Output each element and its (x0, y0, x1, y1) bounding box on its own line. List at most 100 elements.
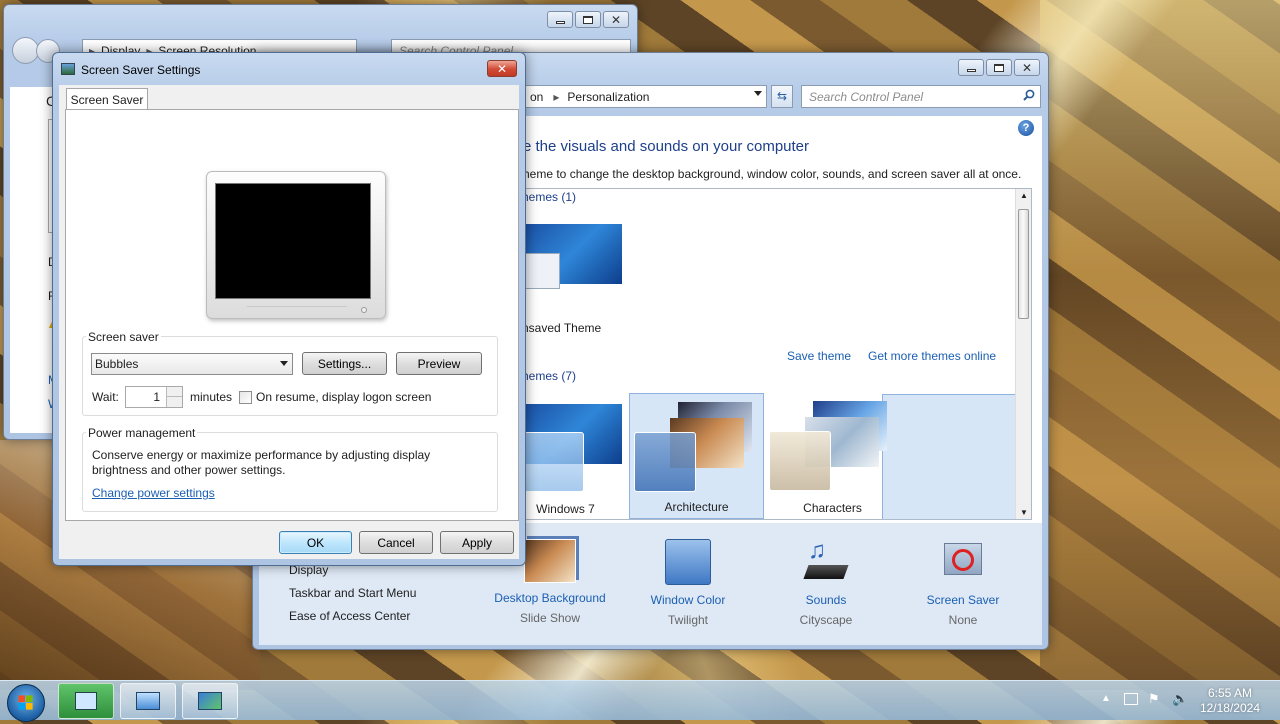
ok-button[interactable]: OK (279, 531, 352, 554)
action-center-flag-icon[interactable]: ⚑ (1148, 691, 1160, 707)
stepper-up-icon[interactable] (166, 387, 182, 397)
unsaved-theme-label[interactable]: nsaved Theme (522, 321, 601, 335)
search-placeholder: Search Control Panel (809, 89, 924, 104)
taskbar-screen-saver-button[interactable] (58, 683, 114, 719)
theme-architecture[interactable] (882, 394, 1017, 519)
window-color-link[interactable]: Window Color (618, 593, 758, 607)
network-icon[interactable] (1124, 693, 1138, 705)
address-bar[interactable]: on ▸ Personalization (523, 85, 767, 108)
window-color-item[interactable]: Window Color Twilight (618, 533, 758, 627)
page-heading: e the visuals and sounds on your compute… (523, 138, 810, 155)
sounds-link[interactable]: Sounds (756, 593, 896, 607)
save-theme-link[interactable]: Save theme (787, 349, 851, 363)
aero-themes-header: hemes (7) (522, 369, 577, 383)
theme-characters-tile[interactable]: Characters (765, 393, 900, 519)
taskbar: ▲ ⚑ 🔈 6:55 AM 12/18/2024 (0, 680, 1280, 722)
screen-saver-select[interactable]: Bubbles (91, 353, 293, 375)
display-icon (136, 692, 160, 710)
close-icon: ✕ (1021, 60, 1033, 75)
scroll-down-icon[interactable]: ▼ (1020, 508, 1028, 517)
system-clock[interactable]: 6:55 AM 12/18/2024 (1200, 686, 1260, 716)
start-button[interactable] (7, 684, 45, 722)
breadcrumb-arrow-icon: ▸ (553, 89, 560, 104)
sounds-value: Cityscape (799, 613, 853, 627)
maximize-button[interactable] (986, 59, 1012, 76)
windows-logo-icon (18, 695, 33, 710)
monitor-icon (75, 692, 97, 710)
desktop-background-link[interactable]: Desktop Background (480, 591, 620, 605)
monitor-bezel (247, 306, 347, 314)
power-management-label: Power management (86, 426, 198, 440)
monitor-power-led (361, 307, 367, 313)
see-also-taskbar-link[interactable]: Taskbar and Start Menu (289, 586, 416, 600)
preview-button[interactable]: Preview (396, 352, 482, 375)
breadcrumb-partial[interactable]: on (530, 90, 543, 104)
screen-saver-item[interactable]: Screen Saver None (893, 533, 1033, 627)
address-dropdown-icon[interactable] (754, 91, 762, 96)
see-also-ease-of-access-link[interactable]: Ease of Access Center (289, 609, 410, 623)
sounds-item[interactable]: ♫ Sounds Cityscape (756, 533, 896, 627)
logon-screen-checkbox[interactable] (239, 391, 252, 404)
help-icon[interactable]: ? (1018, 120, 1034, 136)
stepper-down-icon[interactable] (166, 397, 182, 407)
tab-screen-saver[interactable]: Screen Saver (66, 88, 148, 110)
taskbar-screen-resolution-button[interactable] (120, 683, 176, 719)
desktop-wallpaper-highlight (1040, 0, 1280, 690)
personalization-icon (198, 692, 222, 710)
power-text-line-1: Conserve energy or maximize performance … (92, 448, 431, 462)
theme-list-scrollbar[interactable]: ▲ ▼ (1015, 189, 1031, 519)
power-text-line-2: brightness and other power settings. (92, 463, 286, 477)
refresh-button[interactable]: ⇆ (771, 85, 793, 108)
theme-architecture-tile[interactable]: Architecture (629, 393, 764, 519)
minutes-label: minutes (190, 390, 233, 404)
characters-color-sample (769, 431, 831, 491)
wait-label: Wait: (92, 390, 119, 404)
minimize-button[interactable] (958, 59, 984, 76)
minimize-button[interactable] (547, 11, 573, 28)
maximize-icon (583, 15, 593, 24)
screen-saver-tab-panel: Screen saver Bubbles Settings... Preview… (65, 109, 519, 521)
search-input[interactable]: Search Control Panel (801, 85, 1041, 108)
breadcrumb-personalization[interactable]: Personalization (567, 90, 649, 104)
clock-time: 6:55 AM (1207, 686, 1252, 700)
window-caption-buttons: ✕ (547, 11, 629, 28)
minimize-icon (555, 20, 565, 24)
taskbar-personalization-button[interactable] (182, 683, 238, 719)
apply-button[interactable]: Apply (440, 531, 514, 554)
theme-label: Architecture (664, 500, 729, 514)
dialog-close-button[interactable]: ✕ (487, 60, 517, 77)
show-hidden-icons-button[interactable]: ▲ (1101, 693, 1111, 704)
screen-saver-group-label: Screen saver (86, 330, 161, 344)
wait-minutes-stepper[interactable]: 1 (125, 386, 183, 408)
get-more-themes-link[interactable]: Get more themes online (868, 349, 996, 363)
page-subheading: heme to change the desktop background, w… (523, 167, 1022, 181)
screen-saver-settings-dialog: Screen Saver Settings ✕ Screen Saver Scr… (52, 52, 526, 566)
unsaved-theme-window-sample (522, 253, 560, 289)
window-color-value: Twilight (667, 613, 708, 627)
close-button[interactable]: ✕ (603, 11, 629, 28)
wait-minutes-value: 1 (153, 390, 160, 404)
maximize-icon (994, 63, 1004, 72)
close-button[interactable]: ✕ (1014, 59, 1040, 76)
maximize-button[interactable] (575, 11, 601, 28)
dialog-title: Screen Saver Settings (81, 63, 201, 77)
screen-saver-link[interactable]: Screen Saver (893, 593, 1033, 607)
cancel-button[interactable]: Cancel (359, 531, 433, 554)
logon-screen-label[interactable]: On resume, display logon screen (256, 390, 431, 404)
dialog-app-icon (61, 63, 75, 75)
windows-7-color-sample (522, 432, 584, 492)
my-themes-header: hemes (1) (522, 190, 577, 204)
back-nav-button[interactable] (12, 37, 39, 64)
monitor-preview-screen (215, 183, 371, 299)
volume-muted-icon[interactable]: 🔈 (1172, 691, 1188, 707)
chevron-down-icon (280, 361, 288, 366)
theme-label: Characters (803, 501, 862, 515)
scroll-up-icon[interactable]: ▲ (1020, 191, 1028, 200)
minimize-icon (966, 68, 976, 72)
window-color-icon (665, 539, 711, 585)
change-power-settings-link[interactable]: Change power settings (92, 486, 215, 500)
scrollbar-thumb[interactable] (1018, 209, 1029, 319)
settings-button[interactable]: Settings... (302, 352, 387, 375)
window-caption-buttons: ✕ (958, 59, 1040, 76)
architecture-color-sample (634, 432, 696, 492)
